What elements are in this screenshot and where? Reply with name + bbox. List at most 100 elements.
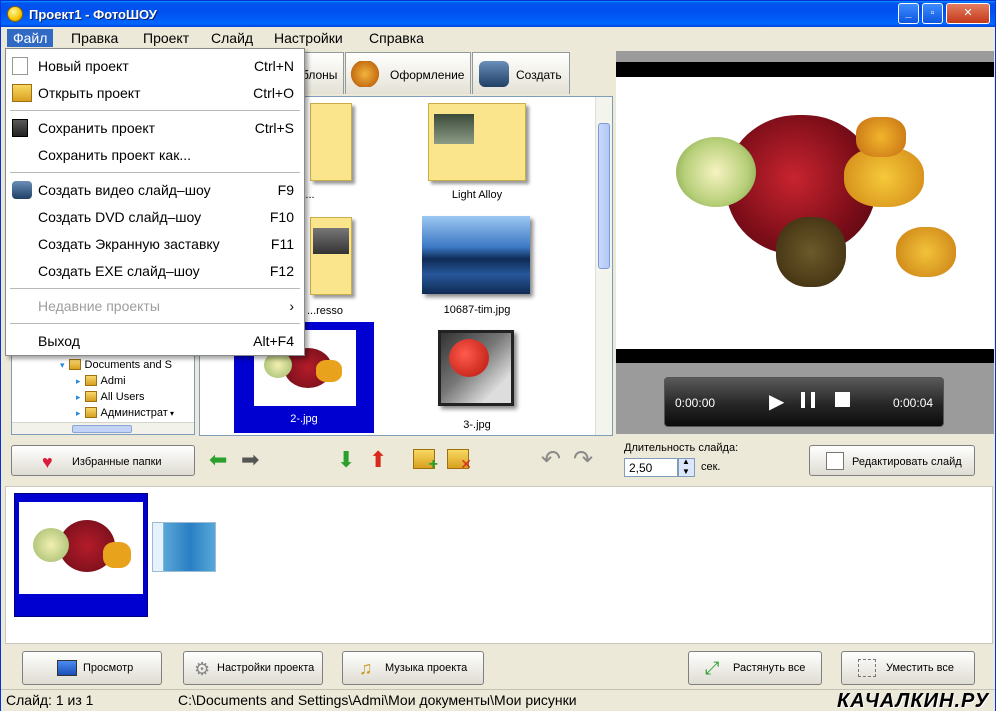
heart-icon: ♥ — [42, 452, 53, 472]
folder-tree[interactable]: ▾ Documents and S ▸ Admi ▸ All Users ▸ Админ… — [11, 355, 195, 435]
tab-design[interactable]: Оформление — [345, 52, 471, 94]
folder-icon — [84, 375, 97, 386]
music-note-icon: ♫ — [359, 658, 373, 678]
folder-preview-image — [313, 228, 349, 254]
thumb-caption: ...resso — [306, 305, 344, 317]
menu-create-dvd[interactable]: Создать DVD слайд–шоу F10 — [6, 204, 304, 230]
menu-create-video[interactable]: Создать видео слайд–шоу F9 — [6, 177, 304, 203]
current-time: 0:00:00 — [675, 396, 716, 410]
menu-create-screensaver[interactable]: Создать Экранную заставку F11 — [6, 231, 304, 257]
submenu-arrow-icon: › — [289, 298, 294, 314]
rotate-right-icon[interactable]: ↷ — [573, 445, 593, 474]
tab-create[interactable]: Создать — [472, 52, 570, 94]
folder-thumb-light-alloy[interactable] — [428, 103, 526, 181]
fit-icon — [858, 659, 876, 677]
total-time: 0:00:04 — [893, 396, 934, 410]
app-window: Проект1 - ФотоШОУ _ ▫ ✕ Файл Правка Прое… — [0, 0, 996, 711]
status-slide-count: Слайд: 1 из 1 — [6, 692, 94, 708]
menu-settings[interactable]: Настройки — [268, 29, 349, 47]
folder-icon — [84, 407, 97, 418]
thumb-caption: 3-.jpg — [463, 419, 491, 431]
pause-icon[interactable] — [801, 392, 815, 408]
menu-save-project[interactable]: Сохранить проект Ctrl+S — [6, 115, 304, 141]
rotate-left-icon[interactable]: ↶ — [541, 445, 561, 474]
close-button[interactable]: ✕ — [946, 3, 990, 24]
menu-separator — [10, 323, 300, 324]
back-arrow-icon[interactable]: ⬅ — [209, 447, 227, 473]
minimize-button[interactable]: _ — [898, 3, 919, 24]
move-up-icon[interactable]: ⬆ — [369, 447, 387, 473]
thumb-caption: Light Alloy — [451, 189, 503, 201]
gear-icon: ⚙ — [194, 659, 211, 679]
menu-open-project[interactable]: Открыть проект Ctrl+O — [6, 80, 304, 106]
menu-separator — [10, 110, 300, 111]
stop-icon[interactable] — [835, 392, 850, 407]
folder-icon — [68, 359, 81, 370]
remove-folder-icon[interactable]: ✕ — [447, 449, 472, 472]
thumb-caption: 2-.jpg — [290, 413, 318, 425]
tree-item[interactable]: ▸ Admi — [76, 375, 126, 387]
favorite-folders-button[interactable]: ♥ Избранные папки — [11, 445, 195, 476]
project-music-button[interactable]: ♫ Музыка проекта — [342, 651, 484, 685]
folder-thumb[interactable] — [310, 103, 352, 181]
spin-down-icon[interactable]: ▼ — [682, 467, 690, 476]
project-settings-button[interactable]: ⚙ Настройки проекта — [183, 651, 323, 685]
timeline-slide[interactable] — [14, 493, 148, 617]
menu-create-exe[interactable]: Создать EXE слайд–шоу F12 — [6, 258, 304, 284]
fit-all-button[interactable]: Уместить все — [841, 651, 975, 685]
menu-new-project[interactable]: Новый проект Ctrl+N — [6, 53, 304, 79]
menu-exit[interactable]: Выход Alt+F4 — [6, 328, 304, 354]
watermark: КАЧАЛКИН.РУ — [837, 690, 990, 711]
app-smiley-icon — [7, 6, 23, 22]
menu-help[interactable]: Справка — [363, 29, 430, 47]
menu-project[interactable]: Проект — [137, 29, 195, 47]
add-folder-icon[interactable]: + — [413, 449, 438, 473]
monitor-icon — [57, 660, 77, 676]
tree-item[interactable]: ▾ Documents and S — [60, 359, 172, 371]
play-icon[interactable]: ▶ — [769, 389, 784, 414]
tree-item[interactable]: ▸ Администрат ▾ — [76, 407, 174, 419]
duration-spinner[interactable]: ▲ ▼ — [678, 457, 695, 477]
timeline-slide-image — [19, 502, 143, 594]
maximize-button[interactable]: ▫ — [922, 3, 943, 24]
new-doc-icon — [12, 57, 28, 75]
stretch-all-button[interactable]: ⤢ Растянуть все — [688, 651, 822, 685]
duration-unit: сек. — [701, 461, 721, 473]
menu-separator — [10, 288, 300, 289]
menu-save-project-as[interactable]: Сохранить проект как... — [6, 142, 304, 168]
title-bar[interactable]: Проект1 - ФотоШОУ _ ▫ ✕ — [1, 1, 995, 27]
tree-hscrollbar[interactable] — [12, 422, 194, 434]
folder-thumb[interactable] — [310, 217, 352, 295]
image-thumb-3[interactable] — [438, 330, 514, 406]
slide-timeline[interactable] — [5, 486, 993, 644]
open-folder-icon — [12, 84, 32, 102]
menu-file[interactable]: Файл — [7, 29, 54, 47]
scrollbar-thumb[interactable] — [598, 123, 610, 269]
duration-input[interactable]: 2,50 — [624, 458, 678, 477]
menu-slide[interactable]: Слайд — [205, 29, 259, 47]
forward-arrow-icon[interactable]: ➡ — [241, 447, 259, 473]
thumb-caption: 10687-tim.jpg — [443, 304, 511, 316]
scrollbar-thumb[interactable] — [72, 425, 132, 433]
thumbnail-scrollbar[interactable] — [595, 97, 612, 435]
status-bar: Слайд: 1 из 1 C:\Documents and Settings\… — [1, 689, 995, 711]
video-camera-icon — [12, 181, 32, 199]
transition-thumbnail[interactable] — [152, 522, 216, 572]
edit-slide-button[interactable]: Редактировать слайд — [809, 445, 975, 476]
preview-button[interactable]: Просмотр — [22, 651, 162, 685]
edit-doc-icon — [826, 452, 844, 470]
tree-item[interactable]: ▸ All Users — [76, 391, 145, 403]
window-title: Проект1 - ФотоШОУ — [29, 7, 157, 22]
menu-recent-projects[interactable]: Недавние проекты › — [6, 293, 304, 319]
playback-controls: 0:00:00 ▶ 0:00:04 — [664, 377, 944, 427]
menu-separator — [10, 172, 300, 173]
stretch-icon: ⤢ — [705, 658, 720, 678]
save-disk-icon — [12, 119, 28, 137]
status-path: C:\Documents and Settings\Admi\Мои докум… — [178, 692, 577, 708]
menu-edit[interactable]: Правка — [65, 29, 124, 47]
preview-image — [616, 77, 994, 349]
spin-up-icon[interactable]: ▲ — [682, 457, 690, 466]
duration-label: Длительность слайда: — [624, 442, 739, 454]
move-down-icon[interactable]: ⬇ — [337, 447, 355, 473]
image-thumb-10687[interactable] — [422, 216, 530, 294]
